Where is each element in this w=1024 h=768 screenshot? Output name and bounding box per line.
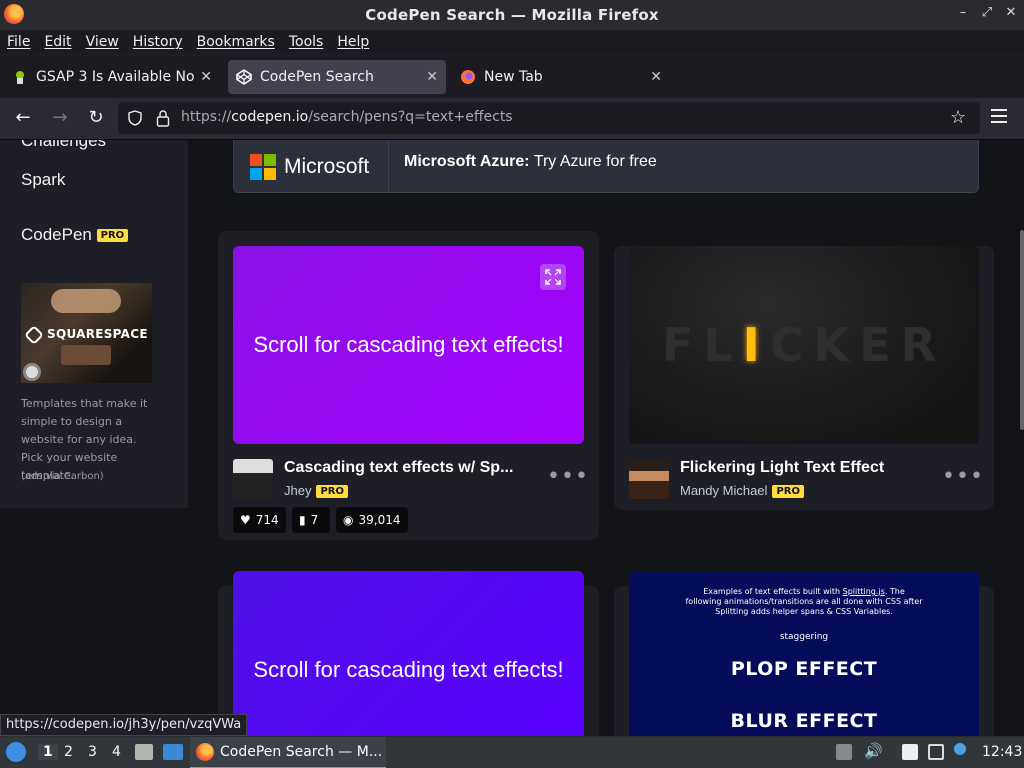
menu-bookmarks[interactable]: Bookmarks xyxy=(197,34,275,50)
update-icon[interactable] xyxy=(954,743,966,755)
file-manager-icon[interactable] xyxy=(135,744,153,760)
pen-preview[interactable]: FLICKER xyxy=(629,246,979,444)
start-menu-icon[interactable] xyxy=(6,742,26,762)
workspace-3[interactable]: 3 xyxy=(88,744,97,760)
staggering-label: staggering xyxy=(779,632,829,642)
tab-new-tab[interactable]: New Tab ✕ xyxy=(452,60,670,94)
volume-icon[interactable]: 🔊 xyxy=(864,742,883,760)
sidebar-link-codepen-pro[interactable]: CodePen PRO xyxy=(21,225,129,245)
lock-icon[interactable] xyxy=(156,109,170,127)
heart-icon: ♥ xyxy=(240,513,251,527)
pro-badge: PRO xyxy=(316,485,348,499)
pen-preview[interactable]: Examples of text effects built with Spli… xyxy=(629,571,979,736)
expand-icon[interactable] xyxy=(540,264,566,290)
menu-history[interactable]: History xyxy=(133,34,183,50)
url-text: https://codepen.io/search/pens?q=text+ef… xyxy=(181,109,513,125)
avatar[interactable] xyxy=(233,459,273,499)
clipboard-icon[interactable] xyxy=(902,744,918,760)
banner-text: Microsoft Azure: Try Azure for free xyxy=(404,153,657,170)
ad-image[interactable]: SQUARESPACE xyxy=(21,283,152,383)
pen-intro-text: Examples of text effects built with Spli… xyxy=(685,587,923,616)
comments-button[interactable]: ▮ 7 xyxy=(292,507,330,533)
display-icon[interactable] xyxy=(928,744,944,760)
squarespace-logo: SQUARESPACE xyxy=(24,324,148,345)
firefox-icon xyxy=(196,743,214,761)
like-button[interactable]: ♥ 714 xyxy=(233,507,286,533)
carbon-icon xyxy=(23,363,41,381)
pen-title[interactable]: Cascading text effects w/ Sp... xyxy=(284,459,524,477)
workspace-2[interactable]: 2 xyxy=(64,744,73,760)
forward-button[interactable]: → xyxy=(49,107,71,128)
pen-title[interactable]: Flickering Light Text Effect xyxy=(680,459,940,477)
tab-label: CodePen Search xyxy=(260,69,374,85)
navigation-bar: ← → ↻ https://codepen.io/search/pens?q=t… xyxy=(0,98,1024,140)
pen-author[interactable]: Jhey PRO xyxy=(284,483,348,499)
codepen-label: CodePen xyxy=(21,225,92,244)
microsoft-grid-icon xyxy=(250,153,276,180)
sidebar-link-spark[interactable]: Spark xyxy=(21,170,65,190)
close-icon[interactable]: ✕ xyxy=(1004,5,1018,20)
desktop-icon[interactable] xyxy=(163,744,183,760)
avatar[interactable] xyxy=(629,459,669,499)
url-bar[interactable]: https://codepen.io/search/pens?q=text+ef… xyxy=(118,102,980,134)
views-stat[interactable]: ◉ 39,014 xyxy=(336,507,408,533)
tab-label: New Tab xyxy=(484,69,543,85)
comment-icon: ▮ xyxy=(299,513,306,527)
codepen-icon xyxy=(236,69,252,85)
menu-help[interactable]: Help xyxy=(337,34,369,50)
microsoft-logo: Microsoft xyxy=(234,140,389,192)
clock[interactable]: 12:43 xyxy=(982,744,1022,760)
more-options-icon[interactable]: ••• xyxy=(942,464,984,489)
back-button[interactable]: ← xyxy=(12,107,34,128)
pen-preview[interactable]: Scroll for cascading text effects! xyxy=(233,571,584,736)
shield-icon[interactable] xyxy=(128,110,142,126)
minimize-icon[interactable]: – xyxy=(956,5,970,20)
bag-photo xyxy=(61,345,111,365)
menu-bar: File Edit View History Bookmarks Tools H… xyxy=(0,30,1024,54)
firefox-logo-icon xyxy=(4,4,24,24)
flicker-word: FLICKER xyxy=(661,318,947,372)
tab-label: GSAP 3 Is Available Now! xyxy=(36,69,195,85)
page-scrollbar[interactable] xyxy=(1020,230,1024,430)
sidebar-link-challenges[interactable]: Challenges xyxy=(21,140,106,151)
menu-view[interactable]: View xyxy=(86,34,119,50)
window-controls: – ⤢ ✕ xyxy=(956,5,1018,20)
plop-effect-text: PLOP EFFECT xyxy=(730,658,878,680)
firefox-icon xyxy=(461,70,475,84)
bookmark-star-icon[interactable]: ☆ xyxy=(950,107,966,128)
more-options-icon[interactable]: ••• xyxy=(547,464,589,489)
sidebar: Challenges Spark CodePen PRO SQUARESPACE… xyxy=(0,140,188,508)
hands-photo xyxy=(51,289,121,313)
window-title: CodePen Search — Mozilla Firefox xyxy=(365,6,659,24)
tab-gsap[interactable]: GSAP 3 Is Available Now! ✕ xyxy=(4,60,220,94)
upload-tray-icon[interactable] xyxy=(836,744,852,760)
workspace-4[interactable]: 4 xyxy=(112,744,121,760)
blur-effect-text: BLUR EFFECT xyxy=(730,710,878,732)
tab-codepen-search[interactable]: CodePen Search ✕ xyxy=(228,60,446,94)
tab-close-icon[interactable]: ✕ xyxy=(200,69,212,85)
restore-icon[interactable]: ⤢ xyxy=(980,5,994,20)
link-status-url: https://codepen.io/jh3y/pen/vzqVWa xyxy=(0,714,248,736)
ad-banner[interactable]: Microsoft Microsoft Azure: Try Azure for… xyxy=(233,140,979,193)
pen-preview[interactable]: Scroll for cascading text effects! xyxy=(233,246,584,444)
pen-author[interactable]: Mandy Michael PRO xyxy=(680,483,804,499)
hamburger-menu-icon[interactable] xyxy=(991,109,1007,123)
menu-tools[interactable]: Tools xyxy=(289,34,324,50)
tab-close-icon[interactable]: ✕ xyxy=(650,69,662,85)
menu-edit[interactable]: Edit xyxy=(44,34,71,50)
tab-bar: GSAP 3 Is Available Now! ✕ CodePen Searc… xyxy=(0,56,1024,144)
taskbar-firefox-task[interactable]: CodePen Search — M... xyxy=(190,737,386,768)
window-titlebar: CodePen Search — Mozilla Firefox – ⤢ ✕ xyxy=(0,0,1024,30)
page-content: Challenges Spark CodePen PRO SQUARESPACE… xyxy=(0,140,1024,736)
reload-button[interactable]: ↻ xyxy=(85,107,107,128)
workspace-1[interactable]: 1 xyxy=(38,744,58,760)
taskbar: 1 2 3 4 CodePen Search — M... 🔊 12:43 xyxy=(0,736,1024,768)
ad-via[interactable]: (ads via Carbon) xyxy=(21,471,104,482)
eye-icon: ◉ xyxy=(343,513,354,527)
gsap-icon xyxy=(16,71,24,84)
pro-badge: PRO xyxy=(772,485,804,499)
menu-file[interactable]: File xyxy=(7,34,30,50)
pro-badge: PRO xyxy=(96,229,129,243)
tab-close-icon[interactable]: ✕ xyxy=(426,69,438,85)
